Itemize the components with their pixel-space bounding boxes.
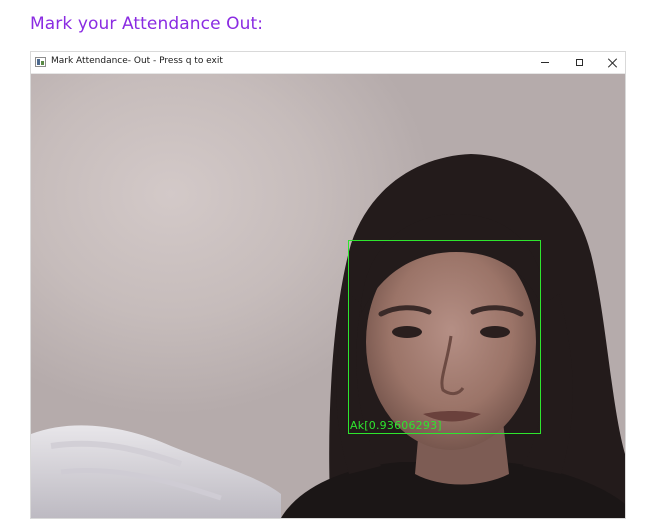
window-title: Mark Attendance- Out - Press q to exit [51, 56, 223, 66]
maximize-icon [575, 59, 583, 66]
face-detection-box [348, 240, 541, 434]
page: Mark your Attendance Out: Mark Attendanc… [0, 0, 660, 532]
close-button[interactable] [596, 52, 625, 73]
face-detection-label: Ak[0.93606293] [350, 419, 442, 432]
page-heading: Mark your Attendance Out: [30, 14, 264, 34]
attendance-camera-window[interactable]: Mark Attendance- Out - Press q to exit A… [31, 52, 625, 518]
window-titlebar[interactable]: Mark Attendance- Out - Press q to exit [31, 52, 625, 74]
app-window-icon[interactable] [35, 57, 46, 67]
camera-feed: Ak[0.93606293] [31, 74, 625, 518]
maximize-button[interactable] [562, 52, 596, 73]
minimize-button[interactable] [528, 52, 562, 73]
close-icon [608, 58, 618, 68]
minimize-icon [541, 62, 549, 63]
